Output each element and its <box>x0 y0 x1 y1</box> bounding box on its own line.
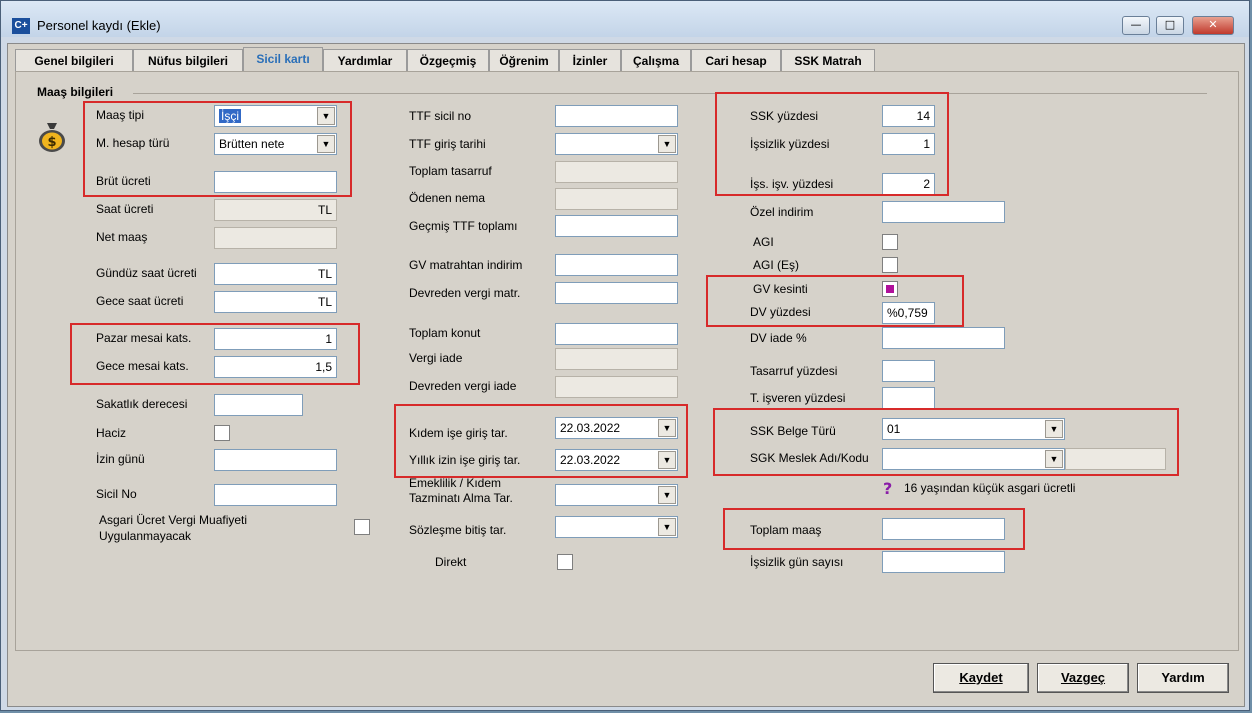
label-toplam-tasarruf: Toplam tasarruf <box>409 164 492 178</box>
tab-sicil-karti[interactable]: Sicil kartı <box>243 47 323 71</box>
vergi-iade-field <box>555 348 678 370</box>
window-title: Personel kaydı (Ekle) <box>37 18 161 33</box>
highlight-box <box>394 404 688 478</box>
tasarruf-input[interactable] <box>882 360 935 382</box>
label-sakatlik: Sakatlık derecesi <box>96 397 188 411</box>
saat-ucreti-field: TL <box>214 199 337 221</box>
asgari-note: 16 yaşından küçük asgari ücretli <box>904 481 1076 495</box>
close-button[interactable]: ✕ <box>1192 16 1234 35</box>
chevron-down-icon[interactable]: ▼ <box>658 486 676 504</box>
minimize-button[interactable]: — <box>1122 16 1150 35</box>
label-izin-gunu: İzin günü <box>96 452 145 466</box>
label-sicil-no: Sicil No <box>96 487 137 501</box>
gecmis-ttf-input[interactable] <box>555 215 678 237</box>
maximize-button[interactable]: □ <box>1156 16 1184 35</box>
ozel-indirim-input[interactable] <box>882 201 1005 223</box>
tab-cari-hesap[interactable]: Cari hesap <box>691 49 781 71</box>
izin-gunu-input[interactable] <box>214 449 337 471</box>
sicil-no-input[interactable] <box>214 484 337 506</box>
agi-es-checkbox[interactable] <box>882 257 898 273</box>
highlight-box <box>70 323 360 385</box>
highlight-box <box>706 275 964 327</box>
label-ttf-sicil: TTF sicil no <box>409 109 472 123</box>
dv-iade-input[interactable] <box>882 327 1005 349</box>
app-icon: C+ <box>12 18 30 34</box>
yardim-button[interactable]: Yardım <box>1137 663 1229 693</box>
label-net-maas: Net maaş <box>96 230 148 244</box>
tab-nufus-bilgileri[interactable]: Nüfus bilgileri <box>133 49 243 71</box>
tab-ssk-matrah[interactable]: SSK Matrah <box>781 49 875 71</box>
tab-genel-bilgileri[interactable]: Genel bilgileri <box>15 49 133 71</box>
label-dv-iade: DV iade % <box>750 331 807 345</box>
odenen-nema-field <box>555 188 678 210</box>
vazgec-button[interactable]: Vazgeç <box>1037 663 1129 693</box>
money-bag-icon: $ <box>39 123 65 152</box>
label-issizlik-gun: İşsizlik gün sayısı <box>750 555 844 569</box>
svg-text:$: $ <box>47 135 56 150</box>
devreden-iade-field <box>555 376 678 398</box>
tab-ogrenim[interactable]: Öğrenim <box>489 49 559 71</box>
highlight-box <box>83 101 352 197</box>
gece-saat-input[interactable]: TL <box>214 291 337 313</box>
label-t-isveren: T. işveren yüzdesi <box>750 391 846 405</box>
emeklilik-select[interactable]: ▼ <box>555 484 678 506</box>
agi-checkbox[interactable] <box>882 234 898 250</box>
label-gece-saat: Gece saat ücreti <box>96 294 184 308</box>
label-ozel-indirim: Özel indirim <box>750 205 814 219</box>
highlight-box <box>715 92 949 196</box>
sozlesme-select[interactable]: ▼ <box>555 516 678 538</box>
label-saat-ucreti: Saat ücreti <box>96 202 154 216</box>
label-gunduz-saat: Gündüz saat ücreti <box>96 266 197 280</box>
tab-yardimlar[interactable]: Yardımlar <box>323 49 407 71</box>
title-bar: C+ Personel kaydı (Ekle) — □ ✕ <box>1 1 1249 37</box>
kaydet-button[interactable]: Kaydet <box>933 663 1029 693</box>
chevron-down-icon[interactable]: ▼ <box>658 518 676 536</box>
label-gecmis-ttf: Geçmiş TTF toplamı <box>409 219 518 233</box>
t-isveren-input[interactable] <box>882 387 935 409</box>
label-asgari-line2: Uygulanmayacak <box>99 529 192 543</box>
section-divider <box>133 93 1207 94</box>
label-ttf-giris: TTF giriş tarihi <box>409 137 486 151</box>
asgari-muafiyet-checkbox[interactable] <box>354 519 370 535</box>
label-toplam-konut: Toplam konut <box>409 326 481 340</box>
chevron-down-icon[interactable]: ▼ <box>658 135 676 153</box>
highlight-box <box>723 508 1025 550</box>
direkt-checkbox[interactable] <box>557 554 573 570</box>
label-haciz: Haciz <box>96 426 127 440</box>
net-maas-field <box>214 227 337 249</box>
tab-izinler[interactable]: İzinler <box>559 49 621 71</box>
label-tasarruf: Tasarruf yüzdesi <box>750 364 838 378</box>
label-direkt: Direkt <box>435 555 467 569</box>
label-sozlesme: Sözleşme bitiş tar. <box>409 523 507 537</box>
label-agi-es: AGI (Eş) <box>753 258 800 272</box>
gunduz-saat-input[interactable]: TL <box>214 263 337 285</box>
label-emeklilik-line2: Tazminatı Alma Tar. <box>409 491 513 505</box>
label-vergi-iade: Vergi iade <box>409 351 463 365</box>
gv-matrah-input[interactable] <box>555 254 678 276</box>
label-gv-matrah: GV matrahtan indirim <box>409 258 523 272</box>
toplam-tasarruf-field <box>555 161 678 183</box>
help-icon[interactable]: ? <box>883 480 899 498</box>
label-odenen-nema: Ödenen nema <box>409 191 486 205</box>
window: C+ Personel kaydı (Ekle) — □ ✕ Genel bil… <box>0 0 1250 711</box>
ttf-sicil-input[interactable] <box>555 105 678 127</box>
highlight-box <box>713 408 1179 476</box>
tab-ozgecmis[interactable]: Özgeçmiş <box>407 49 489 71</box>
ttf-giris-select[interactable]: ▼ <box>555 133 678 155</box>
haciz-checkbox[interactable] <box>214 425 230 441</box>
tab-calisma[interactable]: Çalışma <box>621 49 691 71</box>
label-asgari-line1: Asgari Ücret Vergi Muafiyeti <box>99 513 248 527</box>
devreden-matr-input[interactable] <box>555 282 678 304</box>
label-devreden-iade: Devreden vergi iade <box>409 379 517 393</box>
sakatlik-input[interactable] <box>214 394 303 416</box>
label-agi: AGI <box>753 235 774 249</box>
toplam-konut-input[interactable] <box>555 323 678 345</box>
label-devreden-matr: Devreden vergi matr. <box>409 286 521 300</box>
issizlik-gun-input[interactable] <box>882 551 1005 573</box>
section-title: Maaş bilgileri <box>37 85 114 99</box>
label-emeklilik-line1: Emeklilik / Kıdem <box>409 476 502 490</box>
